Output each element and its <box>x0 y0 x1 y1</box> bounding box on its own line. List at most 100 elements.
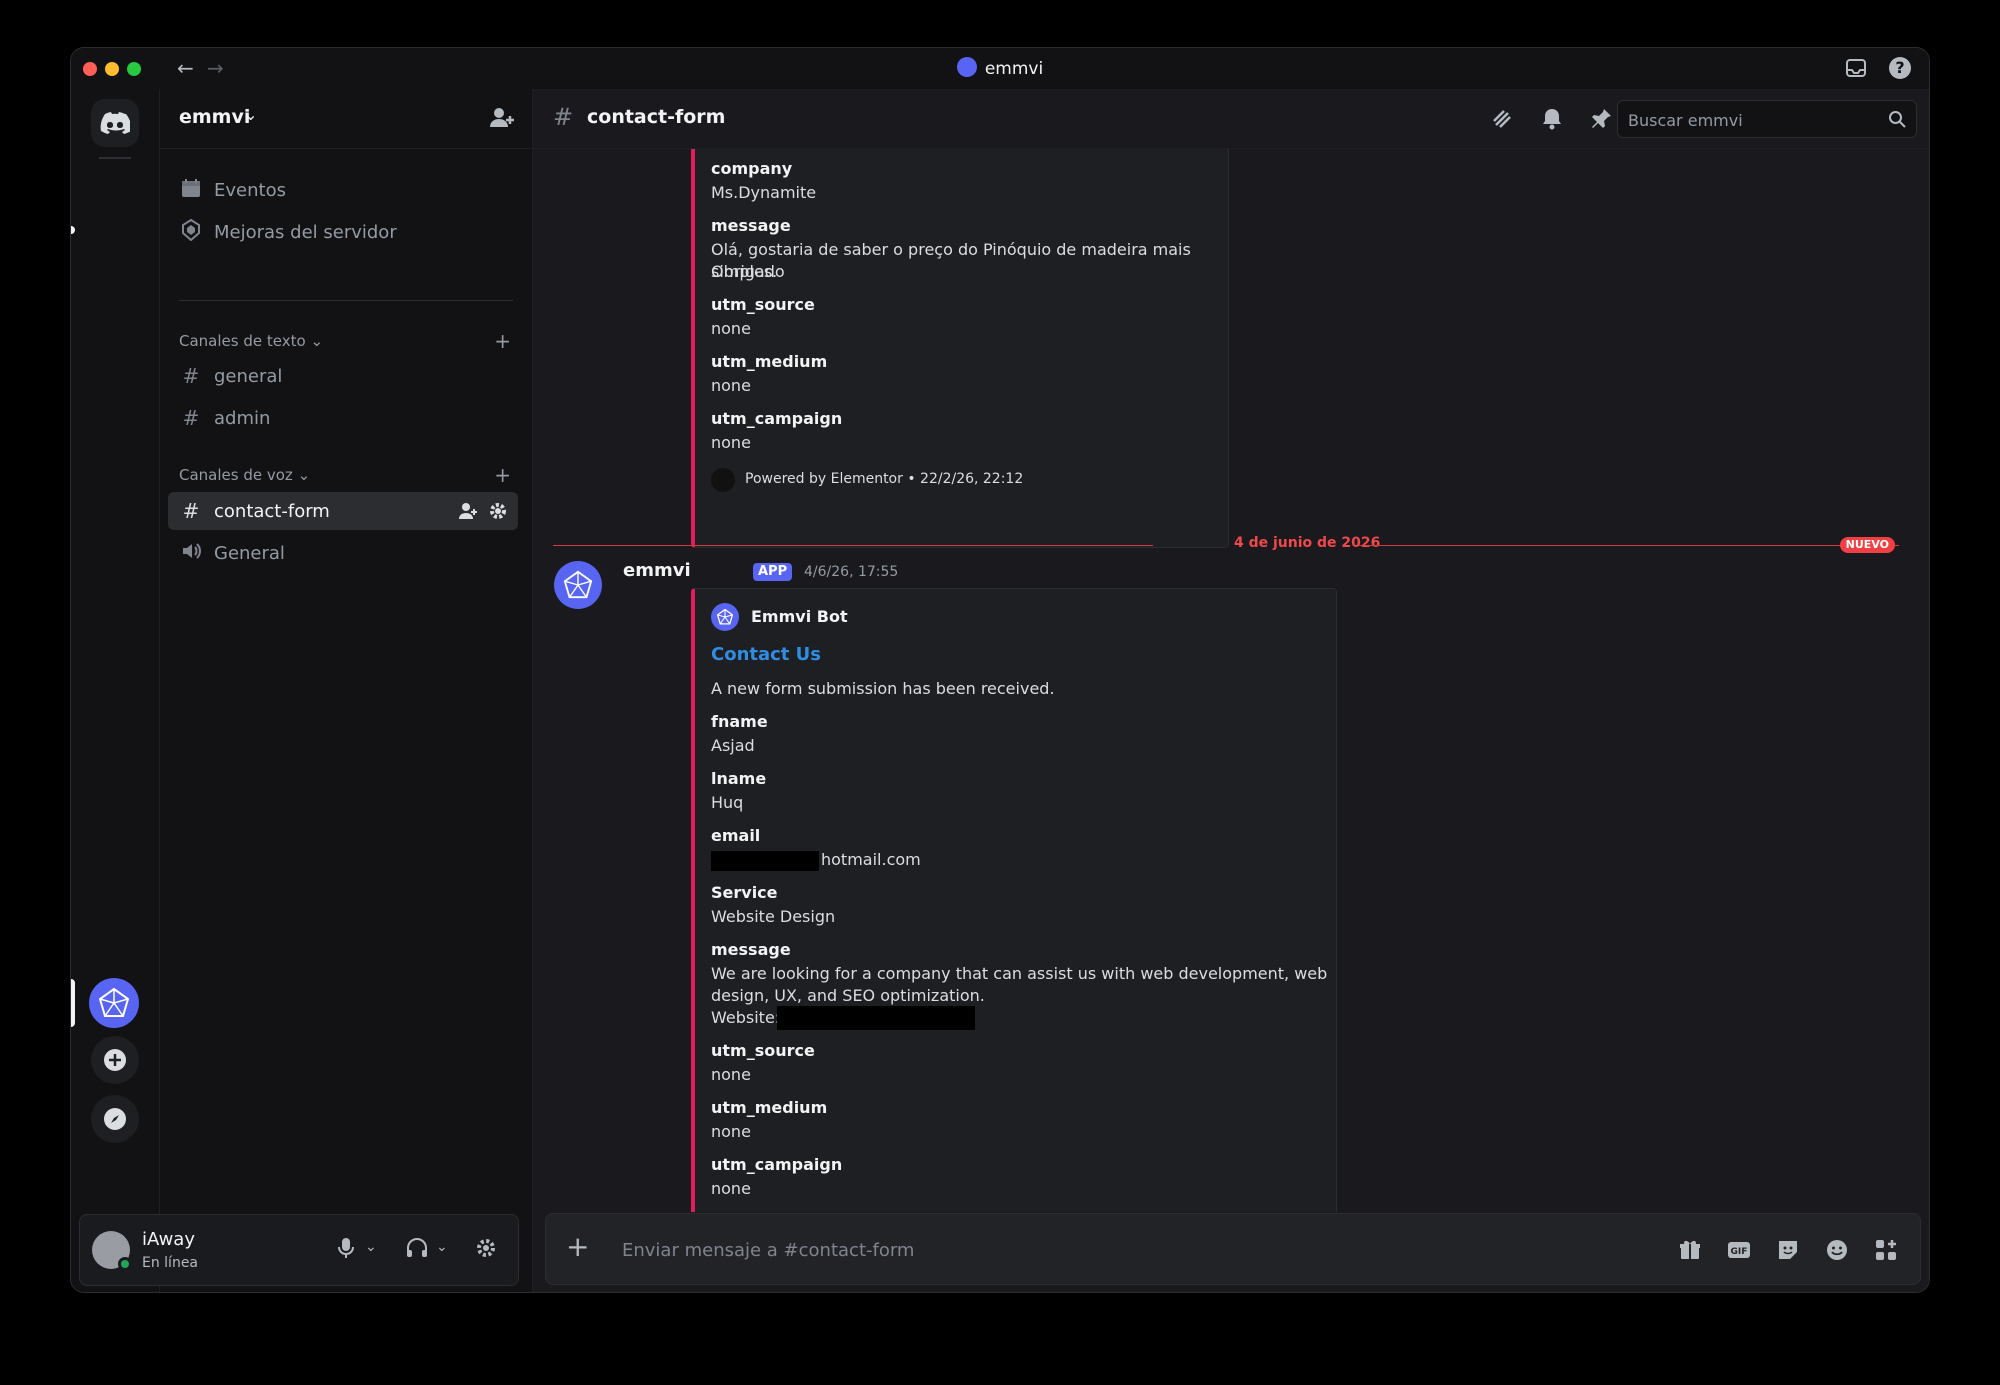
sidebar-item-label: contact-form <box>214 500 330 522</box>
speaker-icon <box>179 541 203 566</box>
field-value: none <box>711 1122 751 1141</box>
gift-icon[interactable] <box>1678 1238 1702 1262</box>
category-label: Canales de texto <box>179 332 306 350</box>
chevron-down-icon[interactable]: ⌄ <box>365 1239 377 1255</box>
avatar[interactable] <box>554 561 602 609</box>
field-value: hotmail.com <box>821 850 921 869</box>
apps-icon[interactable] <box>1874 1238 1898 1262</box>
gear-icon[interactable] <box>488 501 508 521</box>
field-name: Service <box>711 883 778 902</box>
field-name: utm_medium <box>711 352 828 371</box>
chevron-down-icon[interactable]: ⌄ <box>436 1239 448 1255</box>
message-timestamp: 4/6/26, 17:55 <box>804 564 899 580</box>
sidebar-item-general[interactable]: # general <box>168 357 518 395</box>
message-list: company Ms.Dynamite message Olá, gostari… <box>533 149 1929 1212</box>
field-name: utm_campaign <box>711 409 843 428</box>
mic-icon[interactable] <box>337 1237 355 1264</box>
shield-icon <box>179 218 203 246</box>
add-attachment-button[interactable]: + <box>566 1230 589 1263</box>
server-rail <box>71 89 159 1292</box>
channel-header: # contact-form <box>533 89 1929 149</box>
pin-icon[interactable] <box>1589 107 1613 131</box>
field-value: none <box>711 376 751 395</box>
server-name: emmvi <box>179 106 251 128</box>
hash-icon: # <box>182 364 200 388</box>
active-server-indicator <box>71 979 75 1027</box>
sticker-icon[interactable] <box>1776 1238 1800 1262</box>
search-box <box>1617 100 1917 138</box>
new-badge: NUEVO <box>1839 537 1895 553</box>
sidebar-item-label: Mejoras del servidor <box>214 221 397 243</box>
bell-icon[interactable] <box>1540 107 1564 131</box>
sidebar-item-label: Eventos <box>214 179 286 201</box>
discord-icon <box>100 112 130 134</box>
add-server-button[interactable] <box>91 1036 139 1084</box>
gear-icon[interactable] <box>475 1237 497 1264</box>
message-input[interactable] <box>622 1236 1622 1264</box>
sidebar-item-label: general <box>214 365 283 387</box>
field-name: email <box>711 826 761 845</box>
field-value: Website: <box>711 1008 781 1027</box>
redacted-block <box>711 851 819 871</box>
create-voice-channel-button[interactable]: + <box>494 463 511 487</box>
pentagon-logo-icon <box>563 570 593 599</box>
help-icon[interactable]: ? <box>1889 57 1911 79</box>
field-name: company <box>711 159 793 178</box>
invite-people-icon[interactable] <box>489 105 515 131</box>
unread-indicator <box>71 226 75 234</box>
embed-card: Emmvi Bot Contact Us A new form submissi… <box>691 588 1337 1212</box>
gif-icon[interactable]: GIF <box>1727 1238 1751 1262</box>
server-avatar-icon <box>956 57 977 77</box>
divider-date: 4 de junio de 2026 <box>1234 535 1381 551</box>
sidebar-item-label: admin <box>214 407 271 429</box>
sidebar-item-contact-form[interactable]: # contact-form <box>168 492 518 530</box>
server-header[interactable]: emmvi ⌄ <box>160 89 532 149</box>
message-author[interactable]: emmvi <box>623 560 691 581</box>
embed-footer: Powered by Elementor • 22/2/26, 22:12 <box>745 471 1024 487</box>
sidebar-item-eventos[interactable]: Eventos <box>168 171 518 209</box>
field-value: Ms.Dynamite <box>711 183 817 202</box>
field-value: none <box>711 319 751 338</box>
category-label: Canales de voz <box>179 466 293 484</box>
rail-separator <box>99 157 131 159</box>
category-voice-channels[interactable]: Canales de voz ⌄ <box>179 466 310 484</box>
sidebar-item-general-voice[interactable]: General <box>168 534 518 572</box>
channel-sidebar: emmvi ⌄ Eventos Mejoras del servidor Can… <box>159 89 533 1292</box>
elementor-icon <box>711 468 735 492</box>
emoji-icon[interactable] <box>1825 1238 1849 1262</box>
field-name: utm_source <box>711 295 815 314</box>
sidebar-item-server-boost[interactable]: Mejoras del servidor <box>168 213 518 251</box>
field-value: We are looking for a company that can as… <box>711 964 1328 983</box>
field-name: fname <box>711 712 768 731</box>
field-value: Huq <box>711 793 744 812</box>
discover-button[interactable] <box>91 1095 139 1143</box>
user-status: En línea <box>142 1255 199 1271</box>
invite-people-icon[interactable] <box>458 501 478 521</box>
svg-text:GIF: GIF <box>1731 1247 1748 1257</box>
category-text-channels[interactable]: Canales de texto ⌄ <box>179 332 323 350</box>
field-name: utm_source <box>711 1041 815 1060</box>
threads-icon[interactable] <box>1490 107 1514 131</box>
app-tag: APP <box>753 563 793 581</box>
create-text-channel-button[interactable]: + <box>494 329 511 353</box>
bot-avatar <box>711 603 739 631</box>
field-value: Olá, gostaria de saber o preço do Pinóqu… <box>711 240 1191 281</box>
user-panel: iAway En línea ⌄ ⌄ <box>79 1214 519 1286</box>
pentagon-logo-icon <box>716 608 734 625</box>
headphones-icon[interactable] <box>406 1237 428 1264</box>
user-name: iAway <box>142 1229 195 1250</box>
search-icon[interactable] <box>1888 110 1906 128</box>
sidebar-item-admin[interactable]: # admin <box>168 399 518 437</box>
compass-icon <box>104 1108 126 1130</box>
embed-description: A new form submission has been received. <box>711 679 1055 698</box>
inbox-icon[interactable] <box>1845 57 1867 79</box>
sidebar-item-label: General <box>214 542 285 564</box>
locked-hash-icon: # <box>182 406 200 430</box>
sidebar-divider <box>179 300 513 301</box>
field-value: Asjad <box>711 736 755 755</box>
discord-home-button[interactable] <box>91 99 139 147</box>
embed-title-link[interactable]: Contact Us <box>711 644 821 665</box>
main-chat: # contact-form company Ms.Dynamite messa… <box>533 89 1929 1292</box>
server-emmvi-button[interactable] <box>89 978 139 1028</box>
search-input[interactable] <box>1628 108 1878 132</box>
